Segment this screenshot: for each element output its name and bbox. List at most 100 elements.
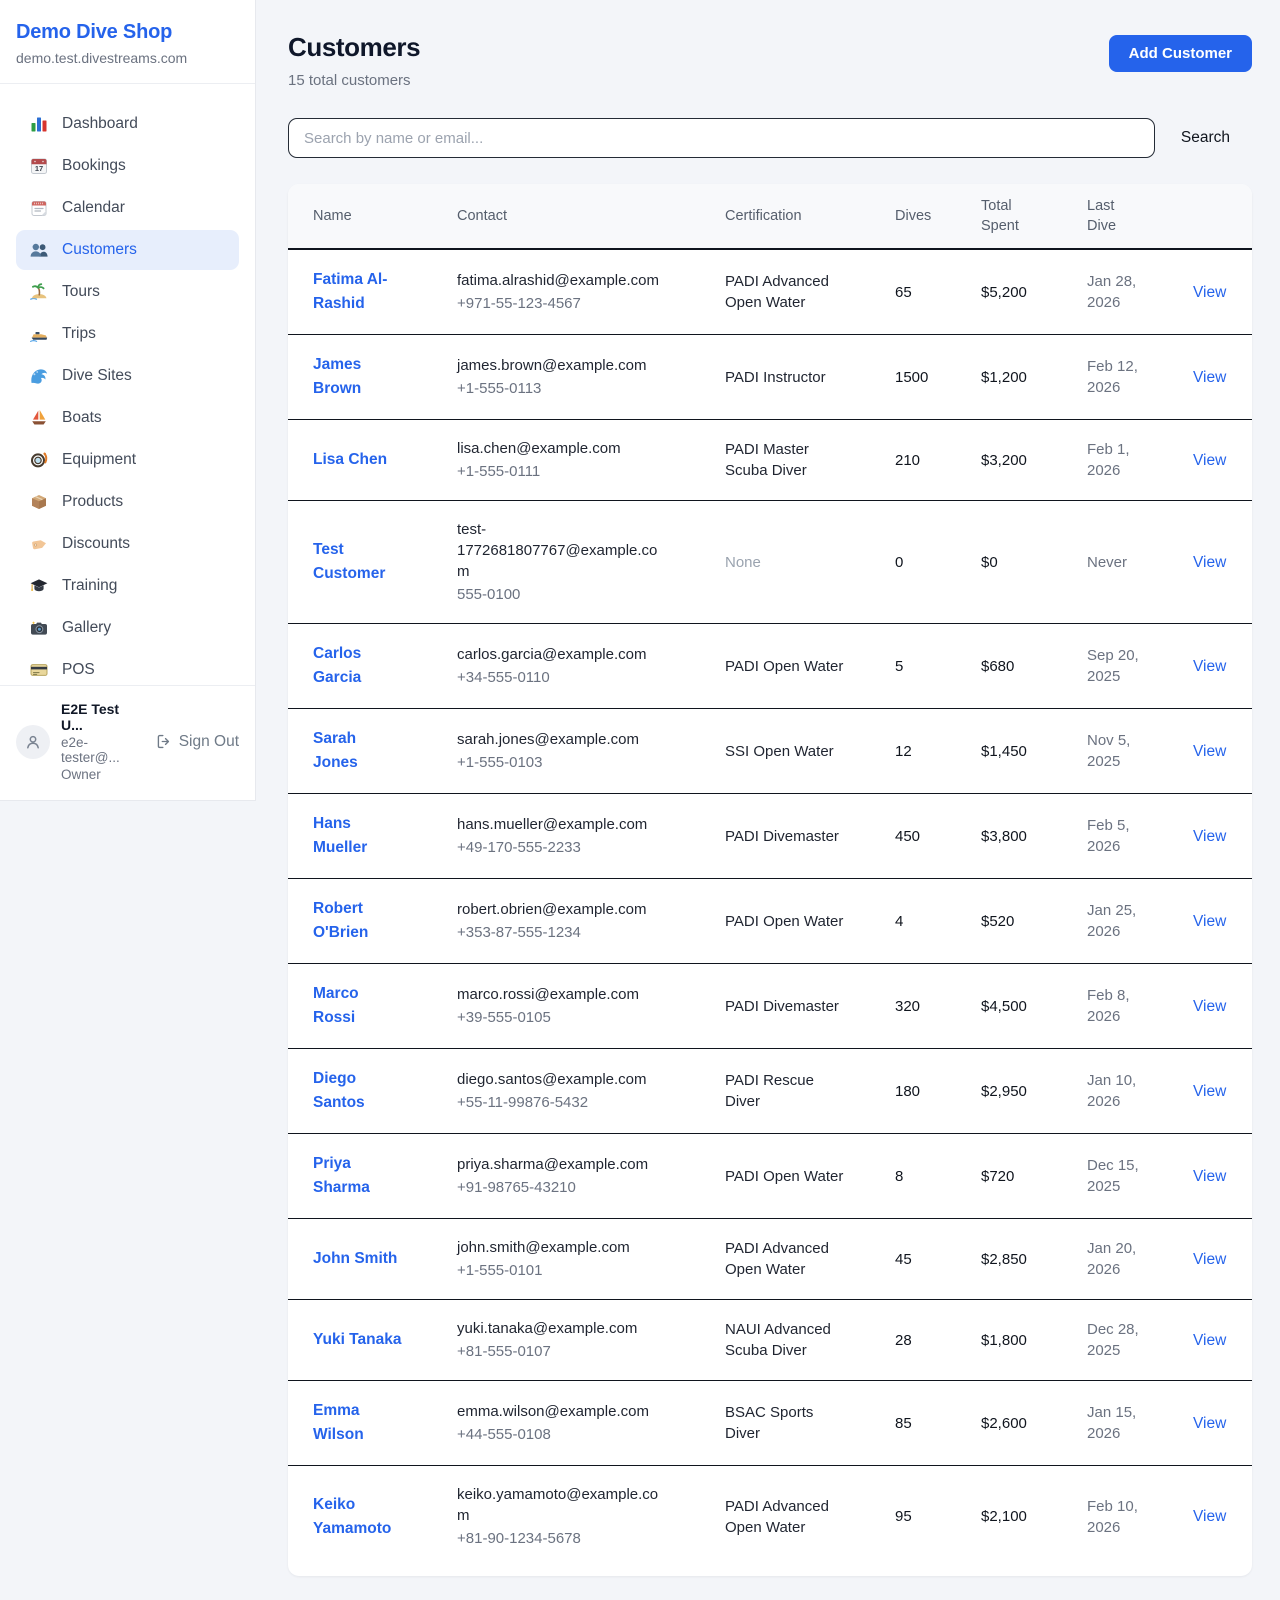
contact-cell: yuki.tanaka@example.com +81-555-0107 xyxy=(433,1300,701,1381)
view-link[interactable]: View xyxy=(1193,1168,1226,1185)
sidebar-item-discounts[interactable]: Discounts xyxy=(16,524,239,564)
customer-name-link[interactable]: Priya Sharma xyxy=(313,1155,370,1196)
table-header: Name Contact Certification Dives Total S… xyxy=(288,184,1252,249)
view-link[interactable]: View xyxy=(1193,284,1226,301)
customer-name-link[interactable]: John Smith xyxy=(313,1250,397,1267)
view-link[interactable]: View xyxy=(1193,1508,1226,1525)
customer-name-link[interactable]: Diego Santos xyxy=(313,1070,365,1111)
view-link[interactable]: View xyxy=(1193,1332,1226,1349)
customer-name-link[interactable]: Test Customer xyxy=(313,541,385,582)
name-cell: Diego Santos xyxy=(288,1049,433,1134)
view-link[interactable]: View xyxy=(1193,369,1226,386)
view-cell: View xyxy=(1169,1049,1252,1134)
sidebar-item-customers[interactable]: Customers xyxy=(16,230,239,270)
package-icon xyxy=(29,492,49,512)
customer-phone: +91-98765-43210 xyxy=(457,1177,667,1198)
view-link[interactable]: View xyxy=(1193,828,1226,845)
table-row: Robert O'Brien robert.obrien@example.com… xyxy=(288,879,1252,964)
sidebar-item-training[interactable]: Training xyxy=(16,566,239,606)
sidebar-item-dashboard[interactable]: Dashboard xyxy=(16,104,239,144)
customer-email: emma.wilson@example.com xyxy=(457,1401,667,1422)
sidebar-item-trips[interactable]: Trips xyxy=(16,314,239,354)
total-spent-cell: $2,100 xyxy=(957,1466,1063,1568)
view-cell: View xyxy=(1169,1381,1252,1466)
sidebar-item-tours[interactable]: Tours xyxy=(16,272,239,312)
total-spent-cell: $3,800 xyxy=(957,794,1063,879)
name-cell: Priya Sharma xyxy=(288,1134,433,1219)
total-spent-cell: $2,850 xyxy=(957,1219,1063,1300)
sidebar-item-products[interactable]: Products xyxy=(16,482,239,522)
total-spent-cell: $720 xyxy=(957,1134,1063,1219)
contact-cell: sarah.jones@example.com +1-555-0103 xyxy=(433,709,701,794)
table-row: Fatima Al-Rashid fatima.alrashid@example… xyxy=(288,249,1252,335)
table-row: James Brown james.brown@example.com +1-5… xyxy=(288,335,1252,420)
credit-card-icon xyxy=(29,660,49,680)
sidebar-item-dive-sites[interactable]: Dive Sites xyxy=(16,356,239,396)
table-row: Diego Santos diego.santos@example.com +5… xyxy=(288,1049,1252,1134)
search-button[interactable]: Search xyxy=(1181,129,1230,147)
view-link[interactable]: View xyxy=(1193,658,1226,675)
customer-name-link[interactable]: Keiko Yamamoto xyxy=(313,1496,391,1537)
certification-cell: PADI Divemaster xyxy=(701,794,871,879)
view-cell: View xyxy=(1169,1300,1252,1381)
customer-name-link[interactable]: James Brown xyxy=(313,356,361,397)
dives-cell: 12 xyxy=(871,709,957,794)
sidebar-item-label: Tours xyxy=(62,283,100,301)
total-spent-cell: $1,200 xyxy=(957,335,1063,420)
customer-name-link[interactable]: Yuki Tanaka xyxy=(313,1331,401,1348)
certification-value: PADI Advanced Open Water xyxy=(725,273,829,311)
table-row: Sarah Jones sarah.jones@example.com +1-5… xyxy=(288,709,1252,794)
contact-cell: marco.rossi@example.com +39-555-0105 xyxy=(433,964,701,1049)
sidebar-item-boats[interactable]: Boats xyxy=(16,398,239,438)
sidebar-item-label: Equipment xyxy=(62,451,136,469)
sidebar-item-label: Customers xyxy=(62,241,137,259)
column-header-total-spent: Total Spent xyxy=(957,184,1063,249)
customer-name-link[interactable]: Robert O'Brien xyxy=(313,900,368,941)
customer-phone: +81-555-0107 xyxy=(457,1341,667,1362)
view-link[interactable]: View xyxy=(1193,1251,1226,1268)
view-link[interactable]: View xyxy=(1193,452,1226,469)
view-link[interactable]: View xyxy=(1193,743,1226,760)
customer-email: sarah.jones@example.com xyxy=(457,729,667,750)
customer-email: robert.obrien@example.com xyxy=(457,899,667,920)
customer-email: keiko.yamamoto@example.com xyxy=(457,1484,667,1526)
customer-name-link[interactable]: Fatima Al-Rashid xyxy=(313,271,387,312)
total-spent-cell: $0 xyxy=(957,501,1063,624)
customer-name-link[interactable]: Lisa Chen xyxy=(313,451,387,468)
view-link[interactable]: View xyxy=(1193,913,1226,930)
certification-cell: PADI Advanced Open Water xyxy=(701,1219,871,1300)
last-dive-cell: Jan 25, 2026 xyxy=(1063,879,1169,964)
sidebar-item-calendar[interactable]: Calendar xyxy=(16,188,239,228)
certification-value: PADI Open Water xyxy=(725,1168,843,1185)
sidebar-item-bookings[interactable]: 17 Bookings xyxy=(16,146,239,186)
view-link[interactable]: View xyxy=(1193,554,1226,571)
sidebar-item-pos[interactable]: POS xyxy=(16,650,239,685)
customer-name-link[interactable]: Sarah Jones xyxy=(313,730,358,771)
customer-name-link[interactable]: Carlos Garcia xyxy=(313,645,361,686)
sidebar-item-gallery[interactable]: Gallery xyxy=(16,608,239,648)
add-customer-button[interactable]: Add Customer xyxy=(1109,35,1252,72)
view-link[interactable]: View xyxy=(1193,998,1226,1015)
dives-cell: 320 xyxy=(871,964,957,1049)
name-cell: Yuki Tanaka xyxy=(288,1300,433,1381)
customer-name-link[interactable]: Hans Mueller xyxy=(313,815,367,856)
view-link[interactable]: View xyxy=(1193,1415,1226,1432)
sailboat-icon xyxy=(29,408,49,428)
view-link[interactable]: View xyxy=(1193,1083,1226,1100)
customer-email: carlos.garcia@example.com xyxy=(457,644,667,665)
customer-name-link[interactable]: Emma Wilson xyxy=(313,1402,364,1443)
total-spent-cell: $2,950 xyxy=(957,1049,1063,1134)
certification-cell: BSAC Sports Diver xyxy=(701,1381,871,1466)
sign-out-button[interactable]: Sign Out xyxy=(155,733,239,751)
table-row: Hans Mueller hans.mueller@example.com +4… xyxy=(288,794,1252,879)
customer-name-link[interactable]: Marco Rossi xyxy=(313,985,359,1026)
customer-phone: +55-11-99876-5432 xyxy=(457,1092,667,1113)
certification-cell: PADI Open Water xyxy=(701,879,871,964)
table-row: Priya Sharma priya.sharma@example.com +9… xyxy=(288,1134,1252,1219)
sidebar-nav: Dashboard 17 Bookings Calendar Customers… xyxy=(0,84,255,685)
customer-phone: +971-55-123-4567 xyxy=(457,293,667,314)
view-cell: View xyxy=(1169,1466,1252,1568)
search-input[interactable] xyxy=(288,118,1155,158)
sidebar-item-equipment[interactable]: Equipment xyxy=(16,440,239,480)
contact-cell: keiko.yamamoto@example.com +81-90-1234-5… xyxy=(433,1466,701,1568)
